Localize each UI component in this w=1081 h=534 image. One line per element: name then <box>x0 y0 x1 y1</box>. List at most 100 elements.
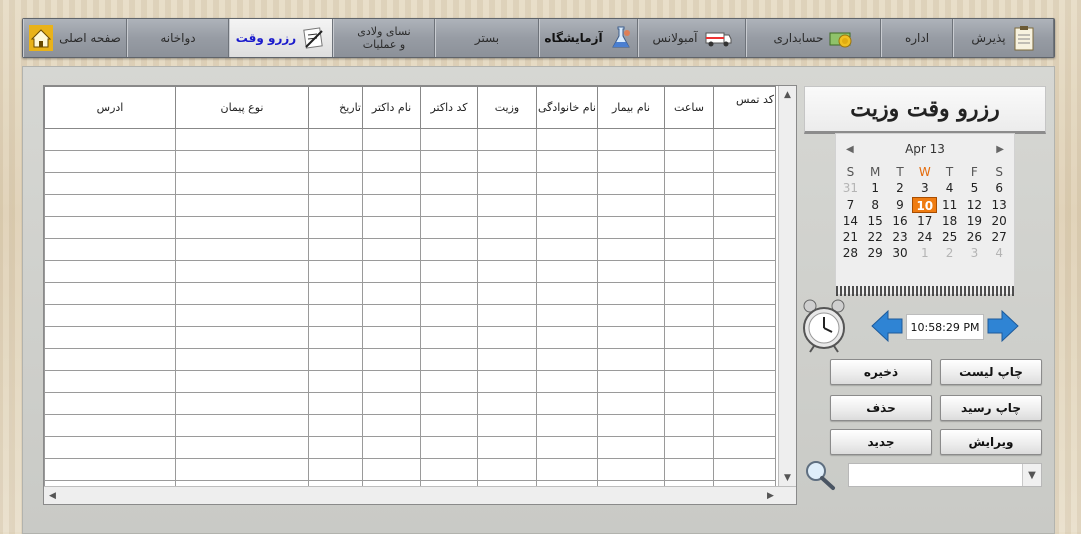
calendar-day[interactable]: 17 <box>912 213 937 229</box>
tab-home[interactable]: صفحه اصلی <box>23 19 127 57</box>
calendar-day[interactable]: 29 <box>863 245 888 261</box>
prev-arrow-icon[interactable] <box>870 308 904 344</box>
tab-inpatient[interactable]: بستر <box>435 19 539 57</box>
calendar-day[interactable]: 7 <box>838 197 863 213</box>
table-row[interactable] <box>44 282 776 305</box>
scroll-right-icon[interactable]: ▶ <box>762 487 779 504</box>
column-header-address[interactable]: ادرس <box>44 86 176 129</box>
calendar-day[interactable]: 4 <box>937 180 962 196</box>
next-arrow-icon[interactable] <box>986 308 1020 344</box>
calendar-day[interactable]: 27 <box>987 229 1012 245</box>
calendar-day[interactable]: 14 <box>838 213 863 229</box>
calendar-day[interactable]: 15 <box>863 213 888 229</box>
tab-pharmacy[interactable]: دواخانه <box>127 19 229 57</box>
calendar-day[interactable]: 25 <box>937 229 962 245</box>
appointments-grid[interactable]: ادرس نوع پیمان تاریخ نام داکتر کد داکتر … <box>43 85 797 505</box>
table-row[interactable] <box>44 458 776 481</box>
calendar-day[interactable]: 2 <box>888 180 913 196</box>
column-header-doctor-code[interactable]: کد داکتر <box>420 86 478 129</box>
calendar-day[interactable]: 18 <box>937 213 962 229</box>
tab-label: آزمایشگاه <box>544 31 603 45</box>
calendar-day[interactable]: 21 <box>838 229 863 245</box>
calendar-weekday-label: F <box>970 165 978 179</box>
clipboard-icon <box>1014 26 1034 51</box>
tab-administration[interactable]: اداره <box>881 19 953 57</box>
table-row[interactable] <box>44 216 776 239</box>
table-row[interactable] <box>44 194 776 217</box>
calendar-day[interactable]: 26 <box>962 229 987 245</box>
table-row[interactable] <box>44 326 776 349</box>
column-header-family-name[interactable]: نام خانوادگی <box>536 86 598 129</box>
calendar-prev-icon[interactable]: ◀ <box>846 144 854 155</box>
calendar-day[interactable]: 3 <box>912 180 937 196</box>
tab-label: حسابداری <box>773 31 824 45</box>
calendar-day[interactable]: 6 <box>987 180 1012 196</box>
table-row[interactable] <box>44 414 776 437</box>
table-row[interactable] <box>44 348 776 371</box>
calendar-day[interactable]: 13 <box>987 197 1012 213</box>
calendar-day[interactable]: 30 <box>888 245 913 261</box>
calendar-day[interactable]: 23 <box>888 229 913 245</box>
column-header-time[interactable]: ساعت <box>664 86 714 129</box>
calendar-weekday-label: T <box>945 165 954 179</box>
calendar-day[interactable]: 16 <box>888 213 913 229</box>
appointments-table: ادرس نوع پیمان تاریخ نام داکتر کد داکتر … <box>44 86 776 504</box>
calendar-day[interactable]: 5 <box>962 180 987 196</box>
alarm-clock-icon <box>803 299 845 353</box>
calendar-day[interactable]: 1 <box>863 180 888 196</box>
tab-accounting[interactable]: حسابداری <box>746 19 881 57</box>
column-header-visit[interactable]: وزیت <box>477 86 537 129</box>
calendar-day[interactable]: 31 <box>838 180 863 196</box>
table-row[interactable] <box>44 436 776 459</box>
vertical-scrollbar[interactable]: ▲ ▼ <box>778 86 796 486</box>
calendar-widget[interactable]: Apr 13 ◀ ▶ S M T W T F S 31 1 2 3 4 5 6 7 8 9 10 11 12 13 14 1… <box>835 133 1015 296</box>
print-list-button[interactable]: چاپ لیست <box>940 359 1042 385</box>
calendar-day[interactable]: 22 <box>863 229 888 245</box>
table-row[interactable] <box>44 260 776 283</box>
calendar-day-selected[interactable]: 10 <box>912 196 938 213</box>
table-row[interactable] <box>44 150 776 173</box>
column-header-doctor-name[interactable]: نام داکتر <box>362 86 421 129</box>
table-row[interactable] <box>44 172 776 195</box>
table-row[interactable] <box>44 370 776 393</box>
column-header-date[interactable]: تاریخ <box>308 86 363 129</box>
calendar-day[interactable]: 4 <box>987 245 1012 261</box>
table-row[interactable] <box>44 304 776 327</box>
scroll-down-icon[interactable]: ▼ <box>779 469 796 486</box>
tab-obstetrics-surgery[interactable]: نسای ولادی و عملیات <box>333 19 435 57</box>
tab-appointments[interactable]: رزرو وقت <box>229 19 333 57</box>
save-button[interactable]: ذخیره <box>830 359 932 385</box>
table-row[interactable] <box>44 128 776 151</box>
search-combobox[interactable]: ▼ <box>848 463 1042 487</box>
search-icon[interactable] <box>804 459 836 491</box>
print-receipt-button[interactable]: چاپ رسید <box>940 395 1042 421</box>
scroll-left-icon[interactable]: ◀ <box>44 487 61 504</box>
column-header-contact-code[interactable]: کد تمس <box>713 86 776 129</box>
calendar-day[interactable]: 11 <box>937 197 962 213</box>
calendar-day[interactable]: 1 <box>912 245 937 261</box>
tab-laboratory[interactable]: آزمایشگاه <box>539 19 638 57</box>
calendar-day[interactable]: 3 <box>962 245 987 261</box>
column-header-patient-name[interactable]: نام بیمار <box>597 86 665 129</box>
calendar-day[interactable]: 12 <box>962 197 987 213</box>
table-row[interactable] <box>44 392 776 415</box>
tab-label: نسای ولادی و عملیات <box>357 25 411 51</box>
scroll-up-icon[interactable]: ▲ <box>779 86 796 103</box>
chevron-down-icon[interactable]: ▼ <box>1022 464 1041 486</box>
edit-button[interactable]: ویرایش <box>940 429 1042 455</box>
calendar-day[interactable]: 19 <box>962 213 987 229</box>
tab-reception[interactable]: پذیرش <box>953 19 1054 57</box>
horizontal-scrollbar[interactable]: ◀ ▶ <box>44 486 796 504</box>
table-row[interactable] <box>44 238 776 261</box>
calendar-day[interactable]: 20 <box>987 213 1012 229</box>
column-header-contract-type[interactable]: نوع پیمان <box>175 86 309 129</box>
calendar-next-icon[interactable]: ▶ <box>996 144 1004 155</box>
delete-button[interactable]: حذف <box>830 395 932 421</box>
calendar-day[interactable]: 24 <box>912 229 937 245</box>
calendar-day[interactable]: 2 <box>937 245 962 261</box>
new-button[interactable]: جدید <box>830 429 932 455</box>
tab-ambulance[interactable]: آمبولانس <box>638 19 746 57</box>
calendar-day[interactable]: 8 <box>863 197 888 213</box>
calendar-day[interactable]: 9 <box>888 197 913 213</box>
calendar-day[interactable]: 28 <box>838 245 863 261</box>
